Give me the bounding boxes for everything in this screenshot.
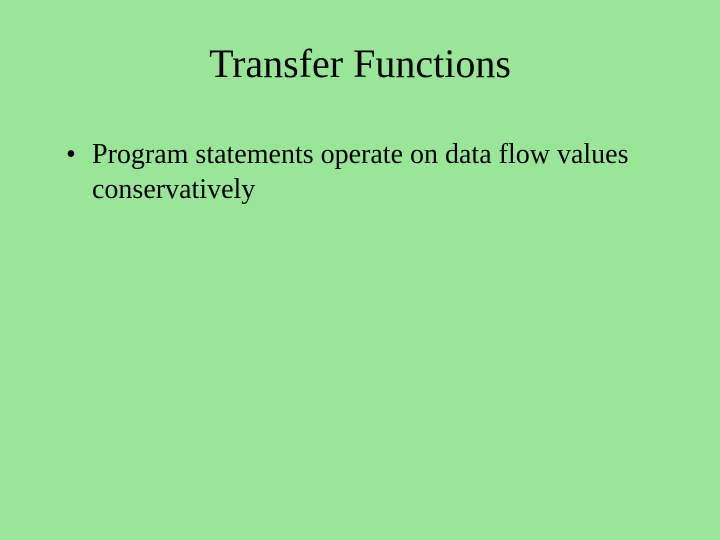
slide-title: Transfer Functions <box>0 0 720 137</box>
list-item: Program statements operate on data flow … <box>60 137 660 207</box>
slide-container: Transfer Functions Program statements op… <box>0 0 720 540</box>
bullet-list: Program statements operate on data flow … <box>60 137 660 207</box>
slide-content: Program statements operate on data flow … <box>0 137 720 207</box>
